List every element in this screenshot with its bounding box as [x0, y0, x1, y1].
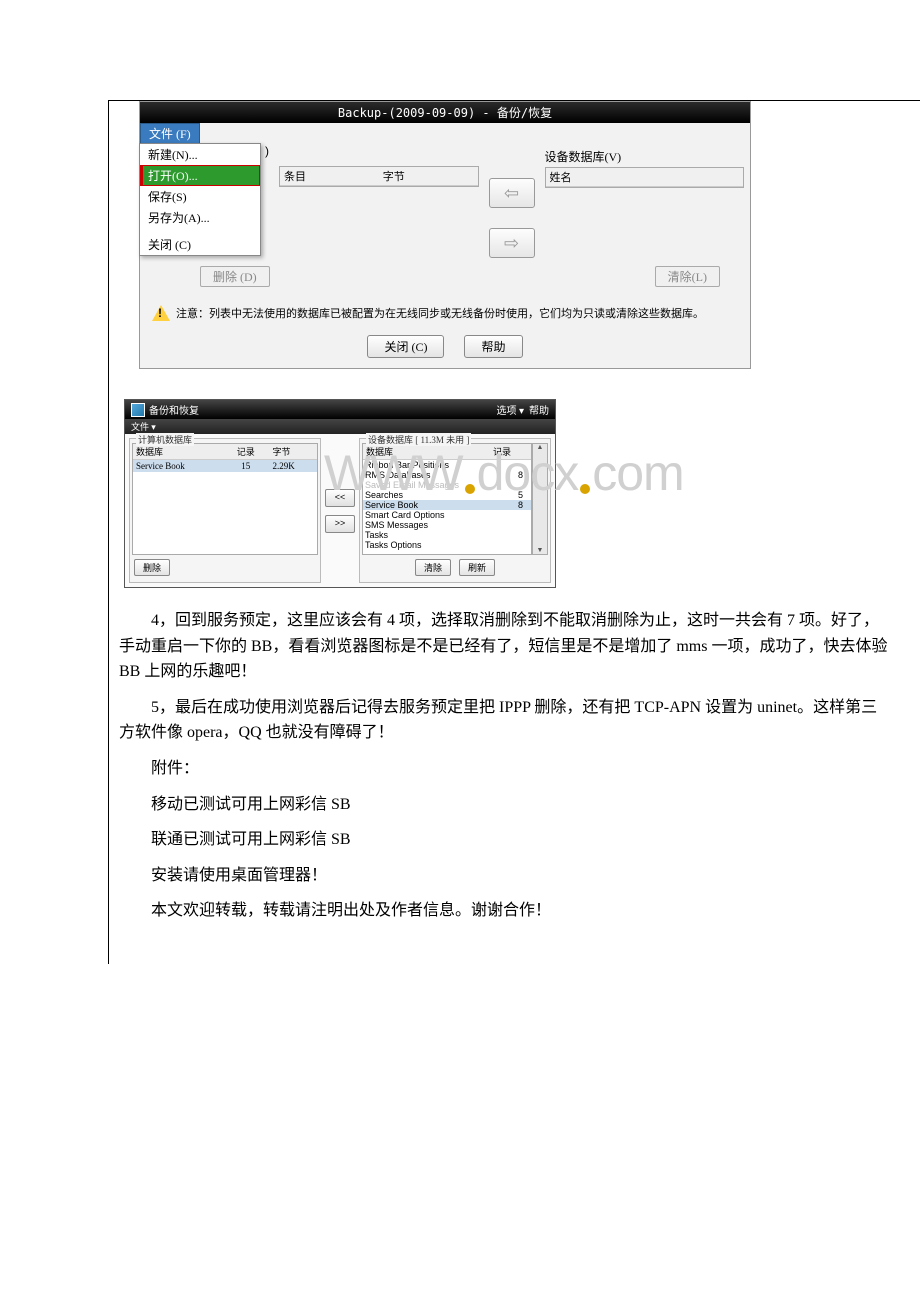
list-item[interactable]: SMS Messages — [363, 520, 531, 530]
col-items: 条目 — [280, 167, 379, 185]
menu-save[interactable]: 保存(S) — [140, 186, 260, 207]
paragraph: 附件： — [119, 756, 890, 782]
clear-button[interactable]: 清除(L) — [655, 266, 720, 287]
device-db-group: 设备数据库 [ 11.3M 未用 ] 数据库 记录 Ribbon Bar Pos… — [359, 438, 551, 583]
options-menu[interactable]: 选项 ▾ — [496, 406, 524, 417]
help-menu[interactable]: 帮助 — [529, 406, 549, 417]
backup-restore-dialog: Backup-(2009-09-09) - 备份/恢复 文件 (F) 新建(N)… — [139, 101, 751, 369]
help-button[interactable]: 帮助 — [464, 335, 522, 358]
computer-db-table: 数据库 记录 字节 Service Book 15 2.29K — [132, 443, 318, 555]
backup-restore-small-dialog: 备份和恢复 选项 ▾ 帮助 文件 ▾ 计算机数据库 数据库 记录 — [124, 399, 556, 588]
computer-db-legend: 计算机数据库 — [136, 433, 194, 446]
document-frame: Backup-(2009-09-09) - 备份/恢复 文件 (F) 新建(N)… — [108, 100, 920, 964]
computer-db-group: 计算机数据库 数据库 记录 字节 Service Book 15 2.29K — [129, 438, 321, 583]
menu-close[interactable]: 关闭 (C) — [140, 234, 260, 255]
list-item[interactable]: Ribbon Bar Positions — [363, 460, 531, 470]
small-clear-button[interactable]: 清除 — [415, 559, 451, 576]
paragraph: 联通已测试可用上网彩信 SB — [119, 827, 890, 853]
paragraph: 5，最后在成功使用浏览器后记得去服务预定里把 IPPP 删除，还有把 TCP-A… — [119, 695, 890, 746]
menu-saveas[interactable]: 另存为(A)... — [140, 207, 260, 228]
transfer-arrows: ⇦ ⇨ — [489, 178, 535, 258]
move-right-button[interactable]: >> — [325, 515, 355, 533]
list-item[interactable]: Saved Email Messages — [363, 480, 531, 490]
list-item[interactable]: Service Book8 — [363, 500, 531, 510]
file-menu-bar[interactable]: 文件 ▾ — [125, 419, 555, 434]
small-transfer-buttons: << >> — [325, 438, 355, 583]
menu-open[interactable]: 打开(O)... — [140, 165, 260, 186]
device-db-table: 数据库 记录 Ribbon Bar Positions RMS Database… — [362, 443, 532, 555]
paragraph: 移动已测试可用上网彩信 SB — [119, 792, 890, 818]
file-menu-tab[interactable]: 文件 (F) — [140, 123, 200, 144]
th-db-2: 数据库 — [363, 444, 473, 459]
watermark-dot-icon — [580, 484, 590, 494]
dialog-title: Backup-(2009-09-09) - 备份/恢复 — [140, 102, 750, 123]
warning-text: 注意：列表中无法使用的数据库已被配置为在无线同步或无线备份时使用，它们均为只读或… — [176, 305, 704, 321]
device-db-label: 设备数据库(V) — [545, 148, 745, 165]
table-row[interactable]: Service Book 15 2.29K — [133, 460, 317, 472]
small-refresh-button[interactable]: 刷新 — [459, 559, 495, 576]
paragraph: 4，回到服务预定，这里应该会有 4 项，选择取消删除到不能取消删除为止，这时一共… — [119, 608, 890, 685]
article-text: 4，回到服务预定，这里应该会有 4 项，选择取消删除到不能取消删除为止，这时一共… — [109, 588, 920, 924]
paragraph: 安装请使用桌面管理器！ — [119, 863, 890, 889]
list-item[interactable]: Tasks — [363, 530, 531, 540]
left-panel: 条目 字节 — [279, 166, 479, 187]
small-dialog-titlebar: 备份和恢复 选项 ▾ 帮助 — [125, 400, 555, 419]
cell-bytes: 2.29K — [270, 460, 318, 472]
device-db-legend: 设备数据库 [ 11.3M 未用 ] — [366, 433, 471, 446]
watermark-right: com — [592, 444, 683, 502]
col-bytes: 字节 — [379, 167, 478, 185]
left-column-headers: 条目 字节 — [280, 167, 478, 186]
right-column-headers: 姓名 — [546, 168, 744, 187]
list-item[interactable]: Smart Card Options — [363, 510, 531, 520]
menu-new[interactable]: 新建(N)... — [140, 144, 260, 165]
scroll-down-icon[interactable]: ▼ — [533, 547, 547, 554]
small-dialog-title: 备份和恢复 — [149, 402, 199, 417]
warning-icon — [152, 305, 170, 321]
col-name: 姓名 — [546, 168, 744, 186]
paragraph: 本文欢迎转载，转载请注明出处及作者信息。谢谢合作！ — [119, 898, 890, 924]
warning-note: 注意：列表中无法使用的数据库已被配置为在无线同步或无线备份时使用，它们均为只读或… — [140, 297, 750, 329]
list-item[interactable]: RMS Databases8 — [363, 470, 531, 480]
cell-db: Service Book — [133, 460, 222, 472]
close-button[interactable]: 关闭 (C) — [367, 335, 444, 358]
th-rec: 记录 — [222, 444, 270, 459]
list-item[interactable]: Searches5 — [363, 490, 531, 500]
th-bytes: 字节 — [270, 444, 318, 459]
file-menu-dropdown: 新建(N)... 打开(O)... 保存(S) 另存为(A)... 关闭 (C) — [139, 143, 261, 256]
arrow-left-button[interactable]: ⇦ — [489, 178, 535, 208]
cell-rec: 15 — [222, 460, 270, 472]
delete-button[interactable]: 删除 (D) — [200, 266, 270, 287]
small-delete-button[interactable]: 删除 — [134, 559, 170, 576]
list-item[interactable]: Tasks Options — [363, 540, 531, 550]
th-db: 数据库 — [133, 444, 222, 459]
scroll-up-icon[interactable]: ▲ — [533, 444, 547, 451]
th-rec-2: 记录 — [473, 444, 531, 459]
scrollbar[interactable]: ▲ ▼ — [532, 443, 548, 555]
app-icon — [131, 403, 145, 417]
right-panel: 姓名 — [545, 167, 745, 188]
arrow-right-button[interactable]: ⇨ — [489, 228, 535, 258]
move-left-button[interactable]: << — [325, 489, 355, 507]
